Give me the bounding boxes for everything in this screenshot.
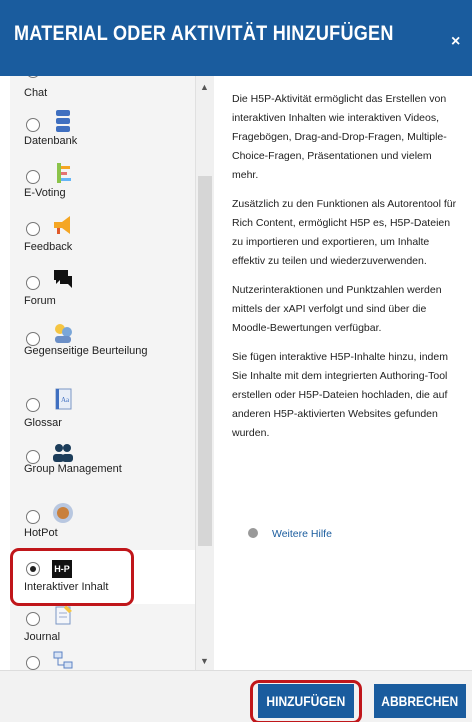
- module-label-hotpot: HotPot: [24, 527, 58, 539]
- module-option-evoting[interactable]: E-Voting: [10, 160, 195, 212]
- description-paragraph: Nutzerinteraktionen und Punktzahlen werd…: [232, 284, 442, 334]
- module-option-chat[interactable]: Chat: [10, 76, 195, 108]
- module-label-feedback: Feedback: [24, 241, 73, 253]
- module-option-datenbank[interactable]: Datenbank: [10, 108, 195, 160]
- module-label-peer-review: Gegenseitige Beurteilung: [24, 345, 148, 357]
- module-option-forum[interactable]: Forum: [10, 264, 195, 318]
- module-option-hotpot[interactable]: HotPot: [10, 500, 195, 550]
- scroll-down-icon[interactable]: ▼: [200, 656, 209, 666]
- description-paragraph: Die H5P-Aktivität ermöglicht das Erstell…: [232, 93, 447, 181]
- radio-button[interactable]: [26, 510, 40, 524]
- bar-chart-icon: [57, 163, 71, 183]
- radio-button[interactable]: [26, 170, 40, 184]
- radio-button[interactable]: [26, 656, 40, 670]
- module-description: Die H5P-Aktivität ermöglicht das Erstell…: [232, 90, 460, 453]
- help-link-label[interactable]: Weitere Hilfe: [272, 528, 332, 540]
- module-label-journal: Journal: [24, 631, 61, 643]
- dialog-footer: HINZUFÜGEN ABBRECHEN: [0, 670, 472, 722]
- cancel-button-label: ABBRECHEN: [381, 693, 459, 709]
- module-label-datenbank: Datenbank: [24, 135, 78, 147]
- cancel-button[interactable]: ABBRECHEN: [374, 684, 466, 718]
- module-option-peer-review[interactable]: Gegenseitige Beurteilung: [10, 318, 195, 384]
- speech-bubbles-icon: [54, 270, 72, 288]
- dialog-header: MATERIAL ODER AKTIVITÄT HINZUFÜGEN ×: [0, 0, 472, 76]
- highlight-add-button: [250, 680, 362, 722]
- lesson-flowchart-icon: [53, 651, 73, 669]
- hotpot-icon: [53, 503, 73, 523]
- highlight-selected-module: [10, 548, 134, 606]
- module-label-glossar: Glossar: [24, 417, 62, 429]
- radio-button[interactable]: [26, 76, 40, 78]
- description-paragraph: Zusätzlich zu den Funktionen als Autoren…: [232, 198, 457, 267]
- radio-button[interactable]: [26, 398, 40, 412]
- description-paragraph: Sie fügen interaktive H5P-Inhalte hinzu,…: [232, 351, 448, 439]
- module-option-lesson[interactable]: [10, 648, 195, 670]
- close-icon[interactable]: ×: [451, 34, 460, 50]
- module-label-chat: Chat: [24, 87, 48, 99]
- glossary-book-icon: Aa: [55, 388, 72, 410]
- module-option-group-management[interactable]: Group Management: [10, 438, 195, 500]
- scroll-up-icon[interactable]: ▲: [200, 82, 209, 92]
- module-label-evoting: E-Voting: [24, 187, 66, 199]
- peer-review-icon: [55, 324, 72, 343]
- journal-icon: [55, 605, 72, 625]
- svg-text:Aa: Aa: [61, 396, 70, 404]
- megaphone-icon: [54, 216, 70, 234]
- module-list-scrollbar[interactable]: ▲ ▼: [196, 76, 214, 670]
- group-icon: [53, 444, 73, 462]
- radio-button[interactable]: [26, 118, 40, 132]
- radio-button[interactable]: [26, 222, 40, 236]
- info-icon: [248, 528, 258, 538]
- module-option-glossar[interactable]: Aa Glossar: [10, 384, 195, 438]
- help-link[interactable]: Weitere Hilfe: [248, 528, 332, 540]
- module-label-forum: Forum: [24, 295, 56, 307]
- database-icon: [56, 110, 70, 132]
- radio-button[interactable]: [26, 276, 40, 290]
- radio-button[interactable]: [26, 612, 40, 626]
- scrollbar-thumb[interactable]: [198, 176, 212, 546]
- module-option-journal[interactable]: Journal: [10, 604, 195, 648]
- module-option-feedback[interactable]: Feedback: [10, 212, 195, 264]
- module-label-group-management: Group Management: [24, 463, 122, 475]
- dialog-title: MATERIAL ODER AKTIVITÄT HINZUFÜGEN: [14, 22, 394, 45]
